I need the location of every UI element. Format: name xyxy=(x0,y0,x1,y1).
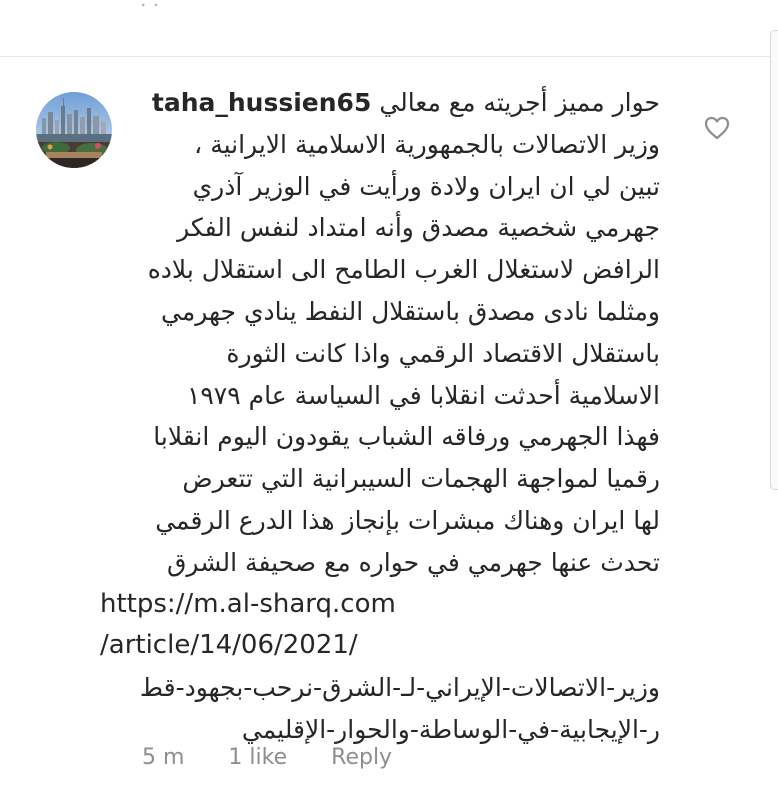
comment-text-line: ومثلما نادى مصدق باستقلال النفط ينادي جه… xyxy=(161,296,660,326)
comment-text-line: جهرمي شخصية مصدق وأنه امتداد لنفس الفكر xyxy=(177,213,660,243)
heart-outline-icon[interactable] xyxy=(704,116,730,140)
comment-link-slug[interactable]: وزير-الاتصالات-الإيراني-لـ-الشرق-نرحب-بج… xyxy=(100,667,660,709)
comment-text-line: تحدث عنها جهرمي في حواره مع صحيفة الشرق xyxy=(167,547,660,577)
comment-meta: 5 m 1 like Reply xyxy=(142,740,392,774)
comment-text-line: فهذا الجهرمي ورفاقه الشباب يقودون اليوم … xyxy=(153,422,660,452)
comment-link[interactable]: https://m.al-sharq.com xyxy=(100,584,660,626)
previous-comment-stub: ᐧ ᐧ xyxy=(140,0,159,19)
comment-text-line: الاسلامية أحدثت انقلابا في السياسة عام ١… xyxy=(186,380,660,410)
comment-text-line: حوار مميز أجريته مع معالي xyxy=(379,88,660,117)
divider xyxy=(0,56,778,57)
comment-text-line: رقميا لمواجهة الهجمات السيبرانية التي تت… xyxy=(182,464,660,494)
likes-count[interactable]: 1 like xyxy=(228,745,287,770)
scrollbar[interactable] xyxy=(770,30,778,490)
comment-text-line: وزير الاتصالات بالجمهورية الاسلامية الاي… xyxy=(194,129,660,159)
comment-screen: ᐧ ᐧ حوار مميز أجريته مع معالي taha_hussi… xyxy=(0,0,778,786)
comment-link[interactable]: /article/14/06/2021/ xyxy=(100,625,660,667)
reply-button[interactable]: Reply xyxy=(331,745,392,770)
comment-text-line: تبين لي ان ايران ولادة ورأيت في الوزير آ… xyxy=(192,171,660,201)
comment-text-line: باستقلال الاقتصاد الرقمي واذا كانت الثور… xyxy=(226,338,660,368)
comment-time: 5 m xyxy=(142,744,185,770)
comment-text-line: لها ايران وهناك مبشرات بإنجاز هذا الدرع … xyxy=(155,505,660,535)
username[interactable]: taha_hussien65 xyxy=(152,88,371,117)
comment-body: حوار مميز أجريته مع معالي taha_hussien65… xyxy=(100,82,660,751)
comment-first-line: حوار مميز أجريته مع معالي taha_hussien65 xyxy=(100,82,660,124)
comment-text-line: الرافض لاستغلال الغرب الطامح الى استقلال… xyxy=(147,255,660,285)
